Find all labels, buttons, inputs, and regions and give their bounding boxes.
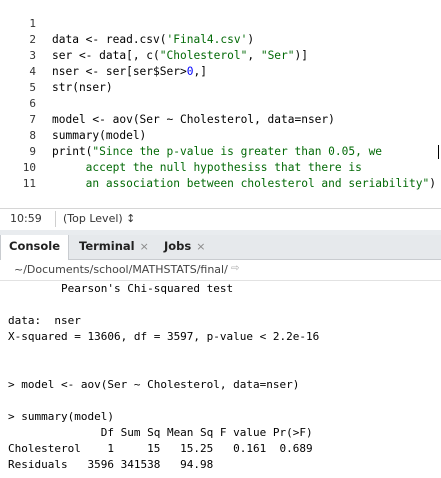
close-icon[interactable]: × (140, 240, 149, 253)
code-line[interactable]: 5 (0, 64, 441, 94)
working-directory-bar: ~/Documents/school/MATHSTATS/final/ ⇨ (0, 260, 441, 281)
go-to-directory-icon[interactable]: ⇨ (231, 263, 239, 274)
code-text: ) (429, 177, 436, 190)
code-line[interactable]: 7 summary(model) (0, 96, 441, 142)
line-number: 11 (22, 177, 36, 190)
divider (55, 211, 56, 227)
console-line: Residuals 3596 341538 94.98 (8, 458, 214, 471)
editor-status-bar: 10:59 (Top Level) ↕ (0, 208, 441, 231)
console-output[interactable]: Pearson's Chi-squared test data: nser X-… (0, 281, 441, 478)
tab-jobs[interactable]: Jobs × (156, 235, 213, 259)
working-directory-path: ~/Documents/school/MATHSTATS/final/ (14, 263, 228, 276)
tab-label: Console (9, 239, 61, 253)
close-icon[interactable]: × (196, 240, 205, 253)
code-line[interactable]: 3 nser <- ser[ser$Ser>0,] (0, 32, 441, 78)
code-line[interactable]: 9 accept the null hypothesiss that there… (0, 128, 441, 174)
tab-terminal[interactable]: Terminal × (71, 235, 157, 259)
code-line[interactable]: 4 str(nser) (0, 48, 441, 94)
console-line: Pearson's Chi-squared test (8, 282, 234, 295)
scope-selector[interactable]: (Top Level) ↕ (63, 212, 135, 225)
source-editor[interactable]: 1 data <- read.csv('Final4.csv') 2 ser <… (0, 0, 441, 208)
tab-label: Terminal (79, 239, 135, 253)
console-line: > summary(model) (8, 410, 114, 423)
tab-label: Jobs (164, 239, 192, 253)
console-line: Df Sum Sq Mean Sq F value Pr(>F) (8, 426, 313, 439)
tab-console[interactable]: Console (0, 235, 70, 260)
code-line[interactable]: 11 (0, 160, 441, 190)
cursor-position: 10:59 (10, 212, 42, 225)
code-string: an association between cholesterol and s… (52, 177, 430, 190)
console-line: X-squared = 13606, df = 3597, p-value < … (8, 330, 320, 343)
code-line[interactable]: 10 an association between cholesterol an… (0, 144, 441, 190)
code-line[interactable]: 2 ser <- data[, c("Cholesterol", "Ser")] (0, 16, 441, 62)
console-line: > model <- aov(Ser ~ Cholesterol, data=n… (8, 378, 300, 391)
console-tab-bar: Console Terminal × Jobs × (0, 235, 441, 260)
console-line: data: nser (8, 314, 81, 327)
code-line[interactable]: 6 model <- aov(Ser ~ Cholesterol, data=n… (0, 80, 441, 126)
console-line: Cholesterol 1 15 15.25 0.161 0.689 (8, 442, 313, 455)
code-line[interactable]: 1 data <- read.csv('Final4.csv') (0, 0, 441, 46)
code-line[interactable]: 8 print("Since the p-value is greater th… (0, 112, 441, 158)
text-cursor (438, 145, 439, 159)
